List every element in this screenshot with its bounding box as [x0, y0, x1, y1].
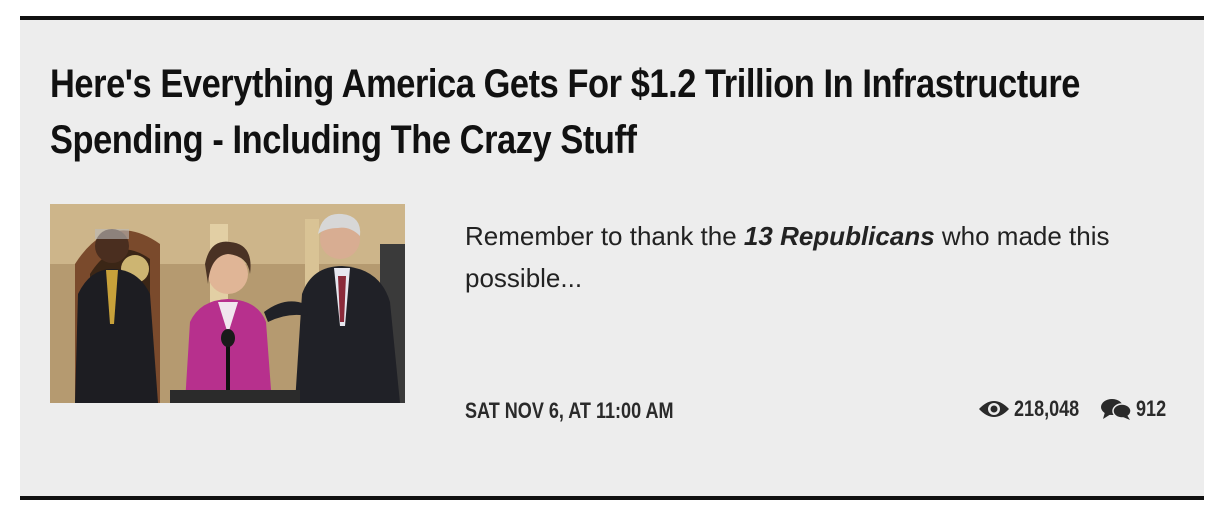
chat-bubbles-icon[interactable] [1100, 397, 1132, 421]
article-title[interactable]: Here's Everything America Gets For $1.2 … [50, 56, 1180, 168]
article-card: Here's Everything America Gets For $1.2 … [20, 16, 1204, 500]
excerpt-text: Remember to thank the [465, 221, 744, 251]
article-date: SAT NOV 6, AT 11:00 AM [465, 398, 674, 423]
comment-count[interactable]: 912 [1136, 396, 1167, 422]
excerpt-emphasis: 13 Republicans [743, 221, 935, 251]
article-thumbnail[interactable] [50, 204, 405, 403]
article-excerpt: Remember to thank the 13 Republicans who… [465, 215, 1185, 299]
eye-icon [978, 399, 1010, 419]
view-count: 218,048 [1014, 396, 1080, 421]
article-stats: 218,048 912 [978, 396, 1174, 422]
